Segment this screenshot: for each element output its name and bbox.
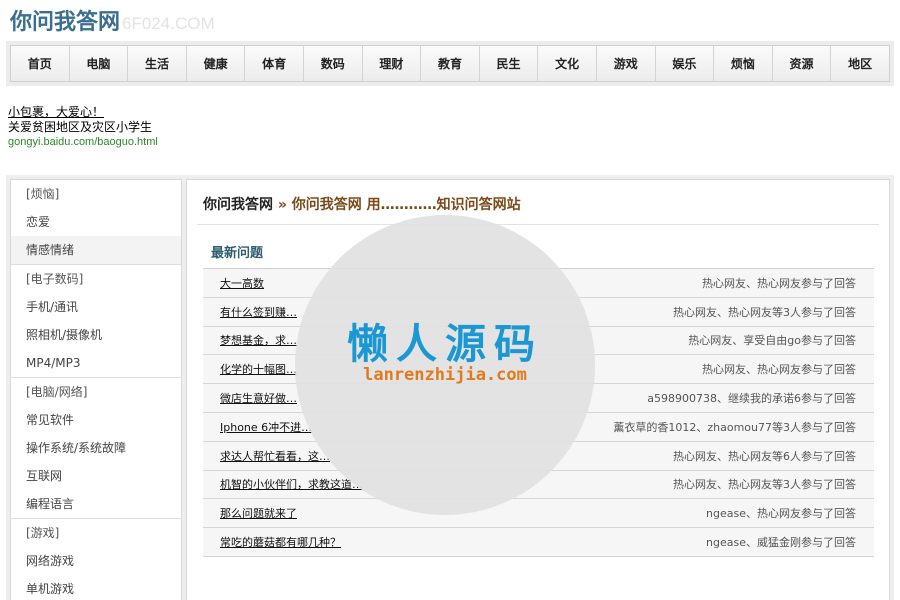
question-title-link[interactable]: 求达人帮忙看看，这…	[220, 448, 330, 464]
sidebar-group: [烦恼] 恋爱 情感情绪	[11, 180, 181, 265]
question-participants: 薰衣草的香1012、zhaomou77等3人参与了回答	[613, 420, 856, 434]
nav-item[interactable]: 理财	[362, 46, 422, 81]
nav-item[interactable]: 首页	[11, 46, 70, 81]
question-title-link[interactable]: Iphone 6冲不进…	[220, 419, 312, 435]
question-title-link[interactable]: 微店生意好做…	[220, 390, 297, 406]
nav-item[interactable]: 教育	[421, 46, 480, 81]
sidebar-category[interactable]: [烦恼]	[11, 180, 181, 208]
question-participants: 热心网友、热心网友等3人参与了回答	[673, 478, 856, 492]
nav-item[interactable]: 民生	[479, 46, 539, 81]
main-nav: 首页 电脑 生活 健康 体育 数码 理财 教育 民生 文化 游戏 娱乐 烦恼 资源 地区	[6, 41, 894, 86]
breadcrumb-divider	[197, 224, 879, 225]
category-sidebar: [烦恼] 恋爱 情感情绪 [电子数码] 手机/通讯 照相机/摄像机 MP4/MP3 [电脑/网…	[10, 179, 182, 600]
sidebar-item[interactable]: 互联网	[11, 462, 181, 490]
question-participants: ngease、威猛金刚参与了回答	[706, 536, 856, 550]
nav-item[interactable]: 生活	[128, 46, 187, 81]
breadcrumb-separator: »	[277, 197, 287, 213]
nav-item[interactable]: 电脑	[69, 46, 129, 81]
question-title-link[interactable]: 机智的小伙伴们，求教这道…	[220, 476, 363, 492]
sidebar-group: [电脑/网络] 常见软件 操作系统/系统故障 互联网 编程语言	[11, 378, 181, 519]
sidebar-item[interactable]: 操作系统/系统故障	[11, 434, 181, 462]
latest-questions-heading: 最新问题	[211, 246, 264, 261]
breadcrumb: 你问我答网 » 你问我答网 用…………知识问答网站	[203, 194, 521, 214]
ad-description: 关爱贫困地区及灾区小学生	[8, 120, 153, 134]
ad-url[interactable]: gongyi.baidu.com/baoguo.html	[8, 135, 158, 150]
sidebar-group: [电子数码] 手机/通讯 照相机/摄像机 MP4/MP3	[11, 265, 181, 378]
site-logo[interactable]: 你问我答网 6F024.COM	[10, 4, 215, 35]
sidebar-item[interactable]: MP4/MP3	[11, 349, 181, 377]
nav-item[interactable]: 娱乐	[655, 46, 715, 81]
question-row: 那么问题就来了 ngease、热心网友参与了回答	[203, 499, 874, 529]
nav-item[interactable]: 地区	[831, 46, 889, 81]
nav-item[interactable]: 烦恼	[714, 46, 773, 81]
sidebar-category[interactable]: [电子数码]	[11, 265, 181, 293]
question-title-link[interactable]: 那么问题就来了	[220, 505, 297, 521]
nav-item[interactable]: 体育	[245, 46, 304, 81]
question-row: 常吃的蘑菇都有哪几种？ ngease、威猛金刚参与了回答	[203, 528, 874, 557]
sidebar-category[interactable]: [游戏]	[11, 519, 181, 547]
sidebar-item[interactable]: 编程语言	[11, 490, 181, 518]
question-title-link[interactable]: 有什么签到赚…	[220, 304, 297, 320]
logo-domain: 6F024.COM	[122, 14, 215, 33]
nav-item[interactable]: 数码	[303, 46, 363, 81]
sidebar-category[interactable]: [电脑/网络]	[11, 378, 181, 406]
watermark-badge: 懒人源码 lanrenzhijia.com	[295, 215, 595, 515]
sidebar-item[interactable]: 照相机/摄像机	[11, 321, 181, 349]
question-title-link[interactable]: 大一高数	[220, 275, 264, 291]
question-participants: 热心网友、享受自由go参与了回答	[688, 334, 856, 348]
question-title-link[interactable]: 常吃的蘑菇都有哪几种？	[220, 534, 341, 550]
question-participants: 热心网友、热心网友等6人参与了回答	[673, 449, 856, 463]
question-participants: 热心网友、热心网友等3人参与了回答	[673, 305, 856, 319]
question-participants: 热心网友、热心网友参与了回答	[702, 363, 856, 377]
sidebar-item[interactable]: 恋爱	[11, 208, 181, 236]
breadcrumb-home-link[interactable]: 你问我答网	[203, 197, 273, 213]
charity-ad[interactable]: 小包裹，大爱心！ 关爱贫困地区及灾区小学生 gongyi.baidu.com/b…	[8, 104, 158, 150]
nav-item[interactable]: 文化	[538, 46, 597, 81]
ad-headline[interactable]: 小包裹，大爱心！	[8, 104, 158, 120]
watermark-url: lanrenzhijia.com	[363, 365, 527, 385]
question-participants: 热心网友、热心网友参与了回答	[702, 276, 856, 290]
logo-text: 你问我答网	[10, 10, 121, 35]
question-title-link[interactable]: 梦想基金，求…	[220, 332, 297, 348]
nav-item[interactable]: 游戏	[596, 46, 656, 81]
sidebar-item[interactable]: 网络游戏	[11, 547, 181, 575]
question-participants: a598900738、继续我的承诺6参与了回答	[647, 392, 856, 406]
main-nav-items: 首页 电脑 生活 健康 体育 数码 理财 教育 民生 文化 游戏 娱乐 烦恼 资源 地区	[10, 45, 890, 82]
sidebar-item[interactable]: 常见软件	[11, 406, 181, 434]
question-title-link[interactable]: 化学的十幅图…	[220, 361, 297, 377]
breadcrumb-current: 你问我答网 用…………知识问答网站	[291, 197, 521, 213]
nav-item[interactable]: 健康	[186, 46, 246, 81]
nav-item[interactable]: 资源	[772, 46, 832, 81]
sidebar-item[interactable]: 情感情绪	[11, 236, 181, 264]
sidebar-item[interactable]: 单机游戏	[11, 575, 181, 600]
question-participants: ngease、热心网友参与了回答	[706, 507, 856, 521]
watermark-text: 懒人源码	[347, 320, 543, 368]
sidebar-item[interactable]: 手机/通讯	[11, 293, 181, 321]
sidebar-group: [游戏] 网络游戏 单机游戏	[11, 519, 181, 600]
